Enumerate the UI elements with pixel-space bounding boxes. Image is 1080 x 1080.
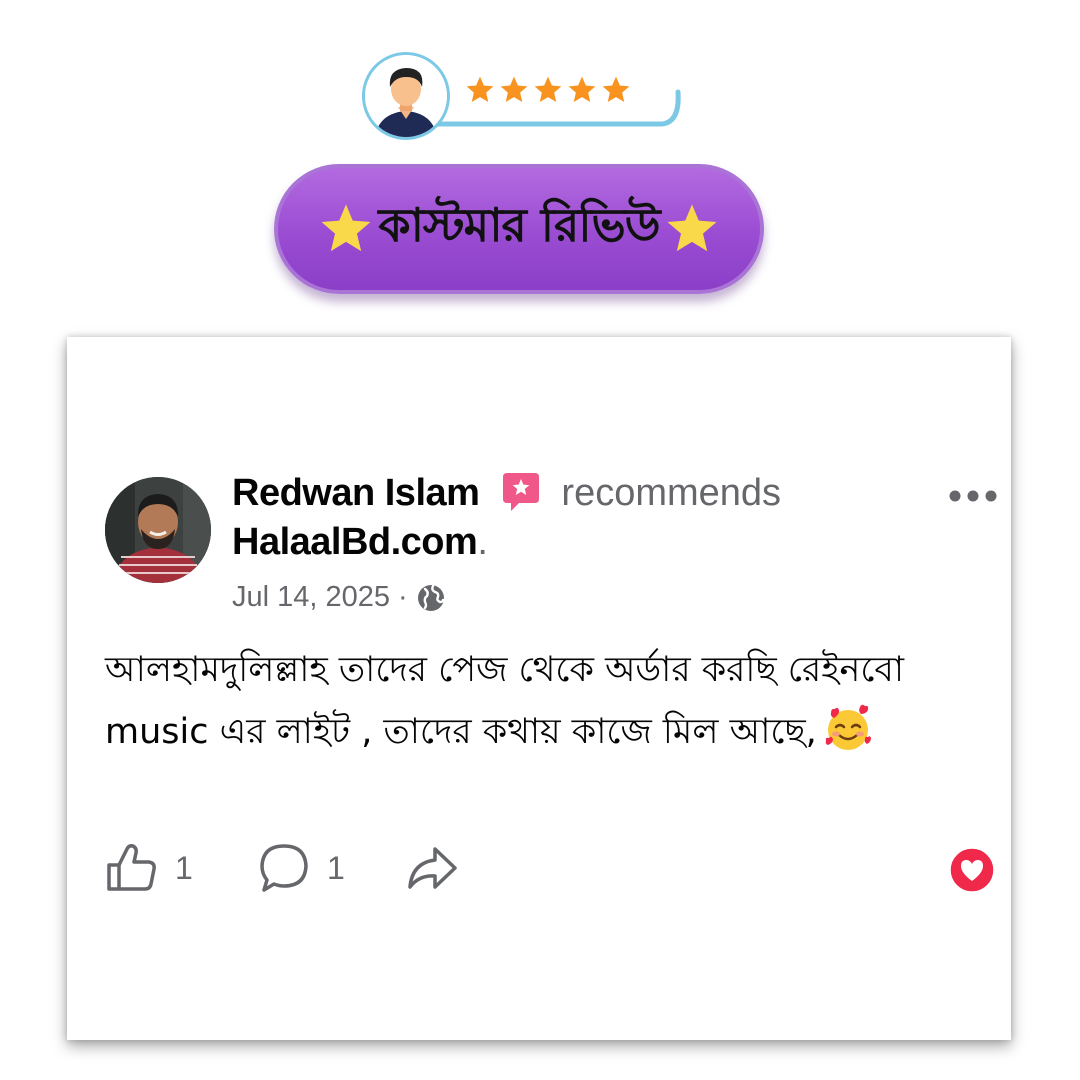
reviewer-line: Redwan Islam recommends: [232, 471, 781, 515]
thumbs-up-icon: [107, 844, 156, 891]
heart-reaction-icon[interactable]: [949, 847, 995, 893]
comment-count: 1: [327, 849, 345, 886]
star-icon: [667, 204, 717, 252]
star-icon: [466, 76, 494, 102]
review-body: আলহামদুলিল্লাহ তাদের পেজ থেকে অর্ডার করছ…: [105, 639, 985, 763]
share-button[interactable]: [405, 841, 459, 895]
star-icon: [568, 76, 596, 102]
globe-icon[interactable]: [416, 583, 446, 613]
rating-badge: [362, 52, 682, 144]
smiling-face-with-hearts-icon: [825, 704, 871, 750]
like-count: 1: [175, 849, 193, 886]
rating-stars: [464, 74, 632, 106]
like-button[interactable]: 1: [105, 841, 193, 895]
customer-review-title-banner: কাস্টমার রিভিউ: [274, 164, 764, 294]
page-name-link[interactable]: HalaalBd.com: [232, 521, 478, 563]
comment-button[interactable]: 1: [257, 841, 345, 895]
post-actions: 1 1: [105, 841, 997, 897]
review-text: আলহামদুলিল্লাহ তাদের পেজ থেকে অর্ডার করছ…: [105, 650, 905, 752]
reviewer-avatar[interactable]: [105, 477, 211, 583]
customer-avatar-icon: [362, 52, 450, 140]
review-card: Redwan Islam recommends HalaalBd.com. Ju…: [67, 337, 1011, 1040]
recommends-label: recommends: [561, 471, 782, 514]
share-icon: [408, 847, 457, 889]
meta-separator: ·: [398, 581, 408, 613]
star-icon: [534, 76, 562, 102]
more-options-icon[interactable]: [947, 487, 999, 505]
recommend-badge-icon: [503, 473, 540, 511]
recommended-page-line: HalaalBd.com.: [232, 521, 488, 564]
comment-icon: [260, 844, 308, 892]
post-date[interactable]: Jul 14, 2025: [232, 581, 390, 614]
page-name-suffix: .: [477, 521, 488, 563]
post-meta: Jul 14, 2025 ·: [232, 581, 446, 614]
star-icon: [500, 76, 528, 102]
page-title: কাস্টমার রিভিউ: [378, 198, 660, 252]
star-icon: [602, 76, 630, 102]
reviewer-name-link[interactable]: Redwan Islam: [232, 472, 480, 515]
star-icon: [321, 204, 371, 252]
